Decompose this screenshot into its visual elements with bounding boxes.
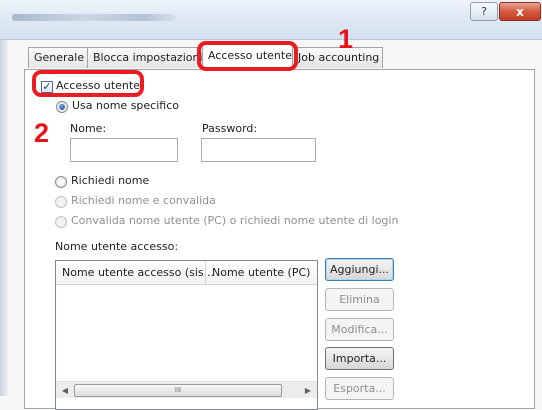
- add-button[interactable]: Aggiungi...: [325, 258, 394, 281]
- prompt-name-radio[interactable]: [55, 176, 67, 188]
- window-title: [12, 14, 176, 21]
- close-icon: x: [516, 4, 524, 19]
- tab-general[interactable]: Generale: [28, 47, 88, 68]
- name-label: Nome:: [70, 122, 107, 135]
- radio-selected-dot: [59, 104, 65, 110]
- help-icon: ?: [481, 5, 487, 18]
- export-button[interactable]: Esporta...: [325, 377, 394, 400]
- prompt-name-validate-label: Richiedi nome e convalida: [71, 194, 216, 207]
- delete-button[interactable]: Elimina: [325, 288, 394, 311]
- scroll-thumb[interactable]: III: [74, 384, 282, 397]
- close-button[interactable]: x: [499, 2, 541, 21]
- horizontal-scrollbar[interactable]: ◀ III ▶: [56, 381, 317, 398]
- column-header-pc-name[interactable]: Nome utente (PC): [206, 261, 317, 285]
- callout-number-1: 1: [338, 24, 354, 54]
- prompt-name-validate-radio[interactable]: [55, 196, 67, 208]
- tab-lock-settings[interactable]: Blocca impostazioni: [87, 47, 203, 68]
- help-button[interactable]: ?: [470, 2, 498, 21]
- column-header-login-name[interactable]: Nome utente accesso (sis...: [56, 261, 214, 285]
- use-specific-name-label: Usa nome specifico: [72, 99, 179, 112]
- edit-button[interactable]: Modifica...: [325, 318, 394, 341]
- name-input[interactable]: [70, 138, 178, 162]
- callout-highlight-tab: [197, 41, 298, 71]
- validate-pc-username-label: Convalida nome utente (PC) o richiedi no…: [71, 214, 399, 227]
- callout-highlight-checkbox: [32, 70, 144, 97]
- import-button[interactable]: Importa...: [325, 347, 394, 370]
- list-header: Nome utente accesso (sis... Nome utente …: [56, 261, 317, 285]
- scroll-right-icon[interactable]: ▶: [300, 382, 316, 399]
- scroll-left-icon[interactable]: ◀: [57, 382, 73, 399]
- password-label: Password:: [202, 122, 258, 135]
- title-bar: ? x: [0, 0, 542, 40]
- callout-number-2: 2: [34, 118, 50, 148]
- dialog-left-edge: [0, 40, 8, 396]
- login-user-list[interactable]: Nome utente accesso (sis... Nome utente …: [55, 260, 318, 410]
- login-list-section-label: Nome utente accesso:: [55, 240, 179, 253]
- password-input[interactable]: [201, 138, 316, 162]
- use-specific-name-radio[interactable]: [56, 101, 68, 113]
- prompt-name-label: Richiedi nome: [71, 174, 150, 187]
- validate-pc-username-radio[interactable]: [55, 216, 67, 228]
